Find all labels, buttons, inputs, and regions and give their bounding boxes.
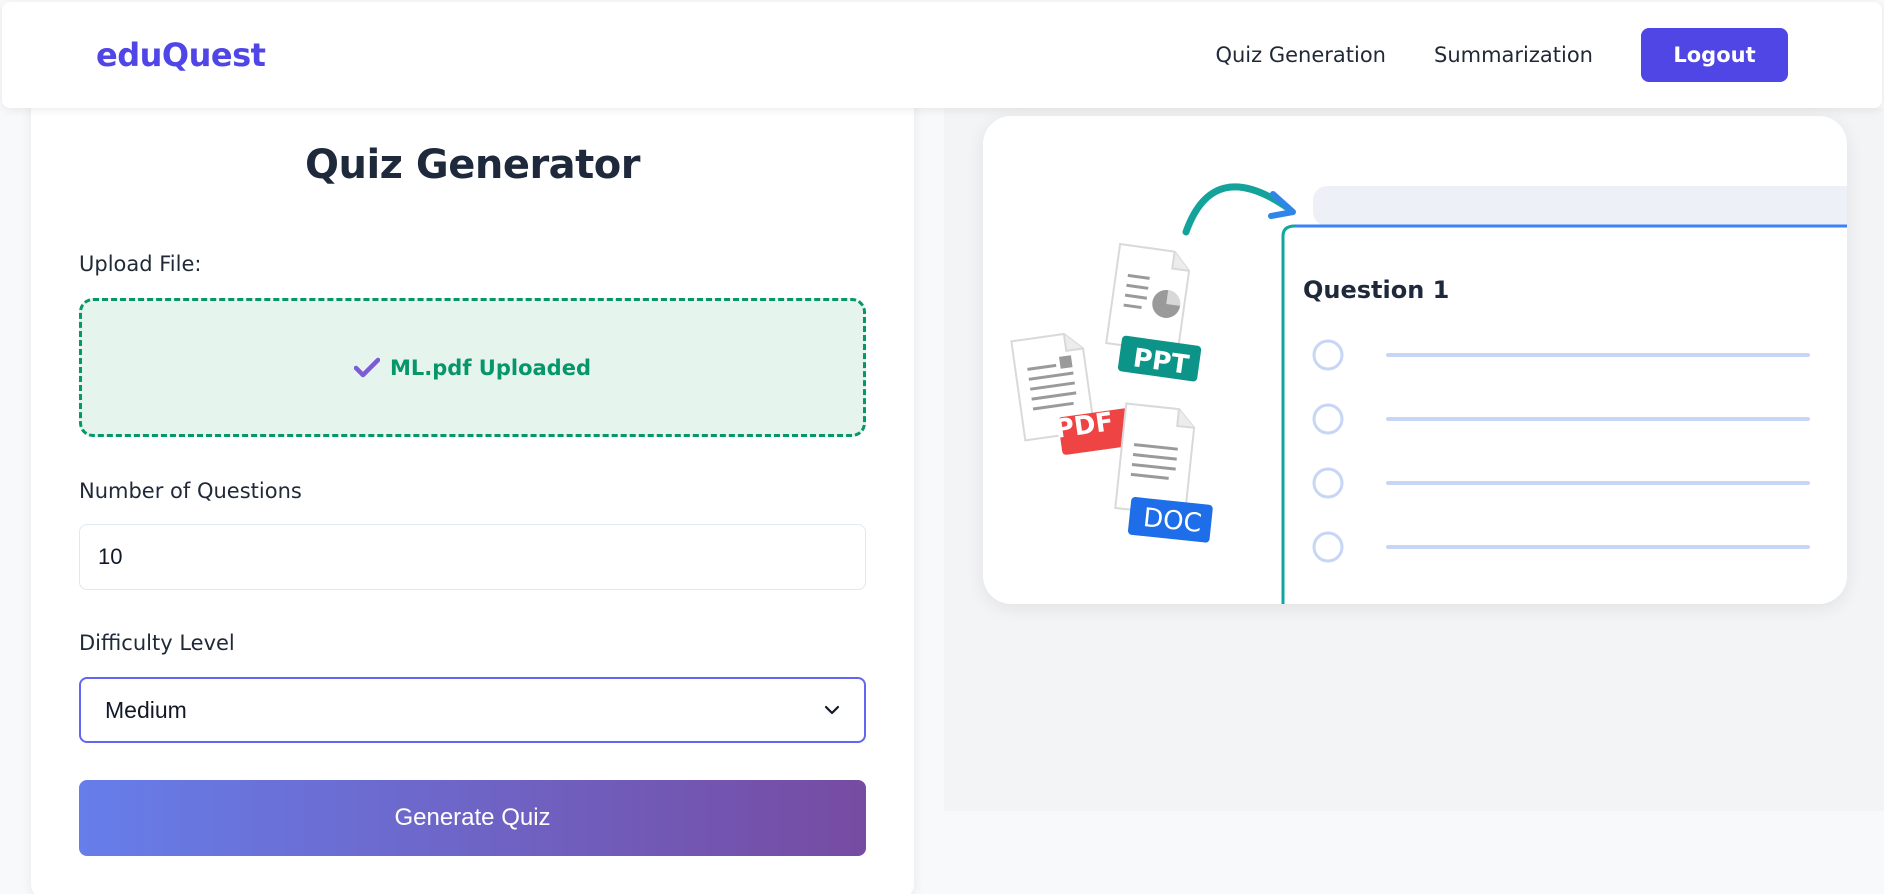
doc-badge-label: DOC (1141, 503, 1204, 539)
illustration-graphic (1010, 183, 1847, 604)
upload-status-text: ML.pdf Uploaded (390, 355, 591, 380)
quiz-generator-card: Quiz Generator Upload File: ML.pdf Uploa… (31, 90, 914, 894)
file-upload-dropzone[interactable]: ML.pdf Uploaded (79, 298, 866, 437)
chevron-down-icon (824, 705, 840, 715)
check-icon (354, 357, 381, 379)
brand-logo[interactable]: eduQuest (96, 36, 266, 74)
num-questions-label: Number of Questions (79, 479, 302, 503)
quiz-illustration: Question 1 PPT PDF DOC (983, 116, 1847, 604)
top-navbar: eduQuest Quiz Generation Summarization L… (2, 2, 1882, 108)
difficulty-select[interactable]: Medium (79, 677, 866, 743)
generate-quiz-button[interactable]: Generate Quiz (79, 780, 866, 856)
num-questions-input[interactable] (79, 524, 866, 590)
nav-links: Quiz Generation Summarization Logout (1215, 28, 1788, 82)
logout-button[interactable]: Logout (1641, 28, 1788, 82)
page-title: Quiz Generator (304, 142, 641, 188)
difficulty-label: Difficulty Level (79, 631, 235, 655)
nav-link-summarization[interactable]: Summarization (1434, 43, 1593, 67)
nav-link-quiz-generation[interactable]: Quiz Generation (1215, 43, 1386, 67)
question-title: Question 1 (1303, 276, 1450, 304)
upload-label: Upload File: (79, 252, 202, 276)
difficulty-select-value: Medium (105, 696, 187, 723)
